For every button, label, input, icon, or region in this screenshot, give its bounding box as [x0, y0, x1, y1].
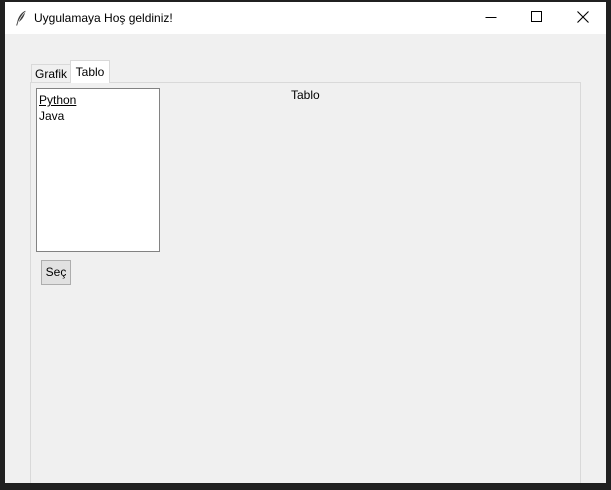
close-button[interactable]	[560, 2, 606, 34]
maximize-icon	[531, 10, 543, 26]
language-listbox[interactable]: Python Java	[36, 88, 160, 252]
window-title: Uygulamaya Hoş geldiniz!	[34, 11, 173, 25]
close-icon	[577, 10, 589, 26]
tab-tablo[interactable]: Tablo	[70, 60, 110, 83]
list-item-python[interactable]: Python	[38, 92, 158, 108]
list-item-java[interactable]: Java	[38, 108, 158, 124]
minimize-icon	[485, 11, 497, 26]
maximize-button[interactable]	[514, 2, 560, 34]
app-window: Uygulamaya Hoş geldiniz! Grafik Tablo Py…	[5, 2, 606, 483]
notebook: Grafik Tablo Python Java Seç Tablo	[5, 34, 606, 483]
tab-grafik[interactable]: Grafik	[31, 64, 71, 82]
panel-title-label: Tablo	[291, 88, 320, 102]
select-button[interactable]: Seç	[41, 260, 71, 285]
title-bar[interactable]: Uygulamaya Hoş geldiniz!	[5, 2, 606, 34]
tablo-panel: Python Java Seç Tablo	[30, 82, 581, 483]
feather-icon	[15, 10, 27, 26]
minimize-button[interactable]	[468, 2, 514, 34]
